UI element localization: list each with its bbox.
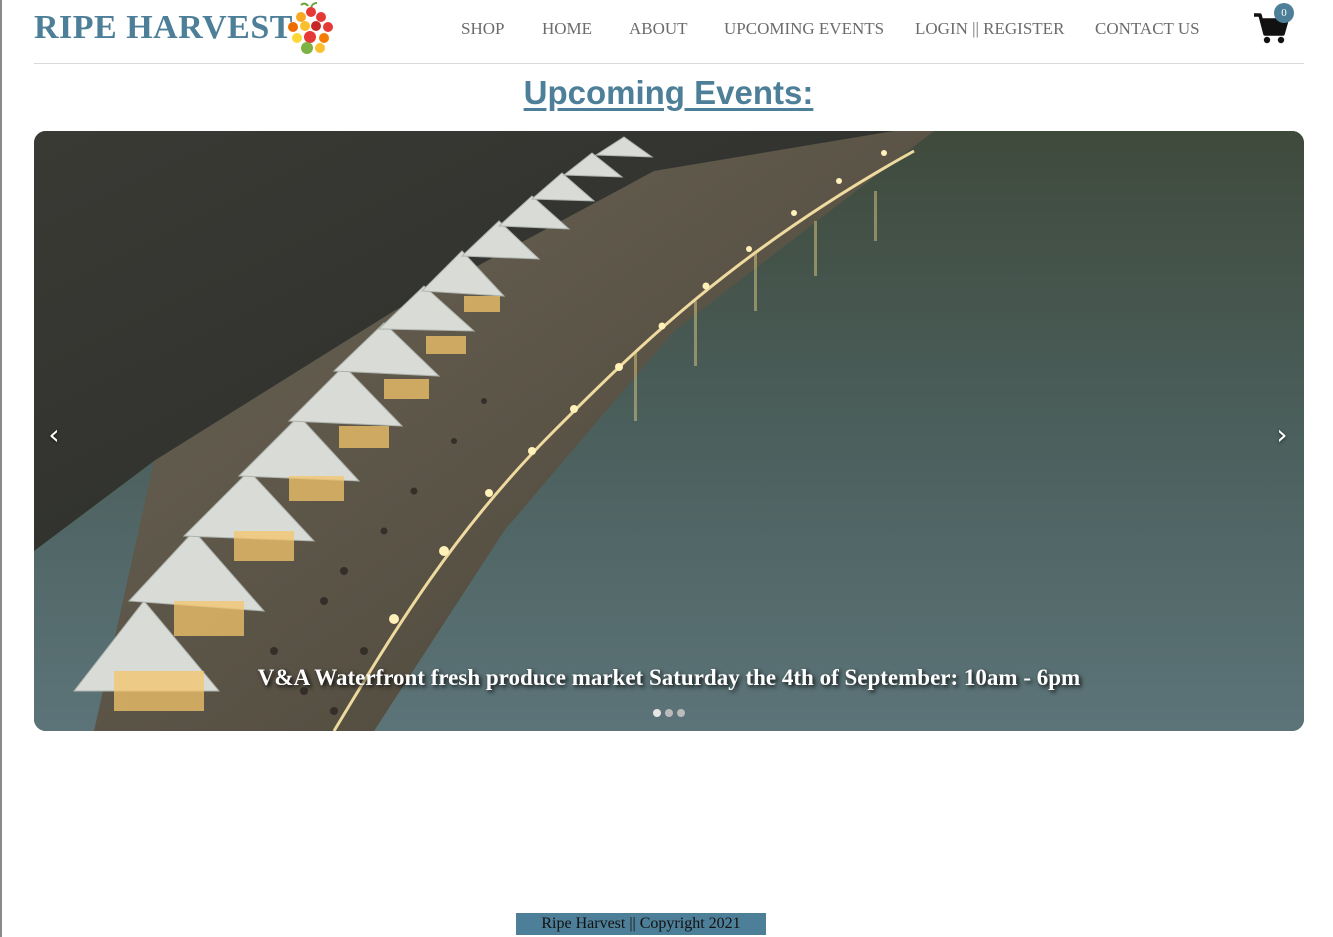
slide-caption: V&A Waterfront fresh produce market Satu…	[257, 665, 1081, 690]
carousel-next-button[interactable]: ›	[1262, 415, 1302, 455]
carousel-indicator-3[interactable]	[677, 709, 685, 717]
main-nav: SHOP HOME ABOUT UPCOMING EVENTS LOGIN ||…	[34, 18, 1304, 40]
nav-contact-us[interactable]: CONTACT US	[1095, 18, 1200, 40]
carousel-prev-button[interactable]: ‹	[34, 415, 74, 455]
events-carousel[interactable]: ‹ › V&A Waterfront fresh produce market …	[34, 131, 1304, 731]
event-slide-image	[34, 131, 1304, 731]
nav-shop[interactable]: SHOP	[461, 18, 504, 40]
cart-count-badge: 0	[1274, 3, 1294, 23]
nav-upcoming-events[interactable]: UPCOMING EVENTS	[724, 18, 884, 40]
carousel-indicators	[34, 709, 1304, 717]
carousel-indicator-2[interactable]	[665, 709, 673, 717]
carousel-indicator-1[interactable]	[653, 709, 661, 717]
site-header: RIPE HARVEST SHOP HOME ABOUT UPCOMING EV…	[34, 0, 1304, 64]
nav-about[interactable]: ABOUT	[629, 18, 688, 40]
nav-home[interactable]: HOME	[542, 18, 592, 40]
nav-login-register[interactable]: LOGIN || REGISTER	[915, 18, 1064, 40]
page-title: Upcoming Events:	[523, 74, 814, 111]
site-footer: Ripe Harvest || Copyright 2021	[516, 913, 766, 935]
